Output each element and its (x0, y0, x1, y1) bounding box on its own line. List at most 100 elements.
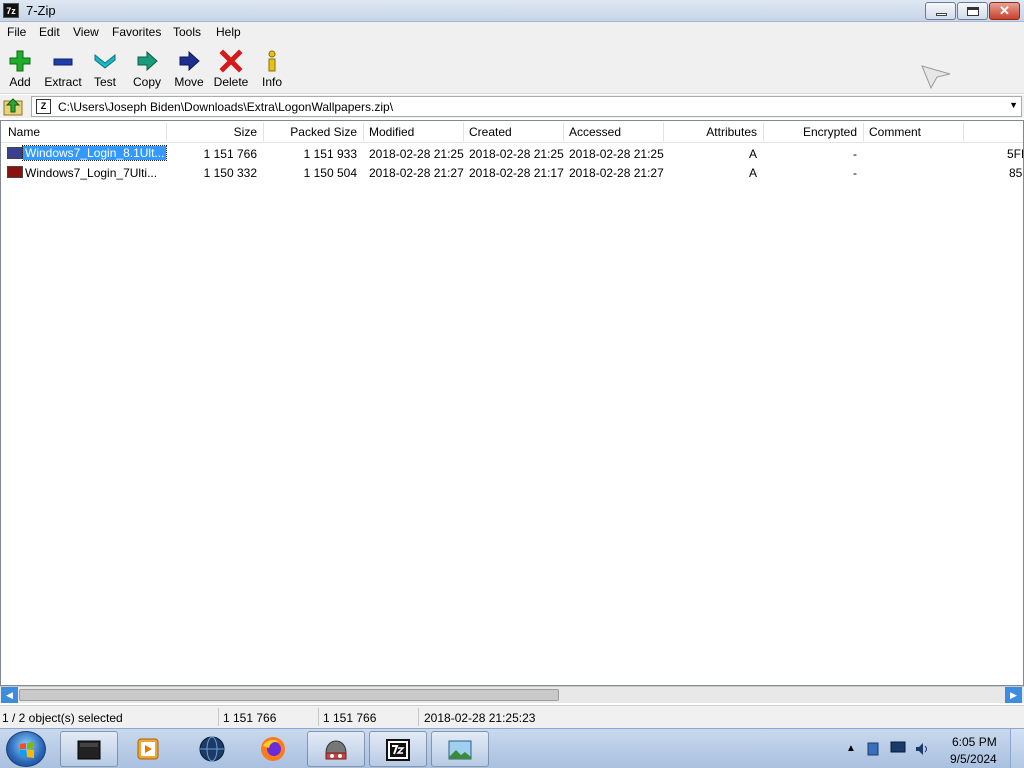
path-input[interactable]: Z C:\Users\Joseph Biden\Downloads\Extra\… (31, 96, 1022, 117)
scroll-left-button[interactable]: ◀ (1, 687, 18, 703)
minimize-icon (936, 13, 947, 16)
col-packed-size[interactable]: Packed Size (267, 125, 357, 139)
taskbar-7zip[interactable] (369, 731, 427, 767)
table-row[interactable]: Windows7_Login_8.1Ult... 1 151 766 1 151… (1, 144, 1023, 163)
column-divider[interactable] (663, 123, 664, 141)
delete-button[interactable]: Delete (209, 46, 253, 92)
close-icon: ✕ (999, 3, 1010, 18)
speaker-tray-icon[interactable] (914, 741, 930, 757)
test-button[interactable]: Test (83, 46, 127, 92)
tray-expand-icon[interactable]: ▲ (846, 743, 856, 754)
start-button[interactable] (6, 731, 46, 767)
file-modified: 2018-02-28 21:25 (369, 147, 464, 161)
table-row[interactable]: Windows7_Login_7Ulti... 1 150 332 1 150 … (1, 163, 1023, 182)
scroll-thumb[interactable] (19, 689, 559, 701)
file-packed-size: 1 150 504 (303, 166, 357, 180)
status-divider (318, 708, 319, 726)
column-divider[interactable] (263, 123, 264, 141)
address-bar: Z C:\Users\Joseph Biden\Downloads\Extra\… (0, 95, 1024, 118)
7zip-app-icon[interactable]: 7z (3, 3, 19, 18)
taskbar-globe[interactable] (184, 731, 242, 767)
menu-bar: File Edit View Favorites Tools Help (0, 22, 1024, 42)
col-comment[interactable]: Comment (869, 125, 921, 139)
column-divider[interactable] (763, 123, 764, 141)
add-icon (9, 50, 31, 72)
col-modified[interactable]: Modified (369, 125, 414, 139)
copy-button[interactable]: Copy (125, 46, 169, 92)
monitor-tray-icon[interactable] (890, 741, 906, 755)
column-divider[interactable] (563, 123, 564, 141)
menu-tools[interactable]: Tools (173, 25, 201, 39)
file-size: 1 150 332 (203, 166, 257, 180)
file-name[interactable]: Windows7_Login_7Ulti... (25, 166, 157, 180)
delete-label: Delete (213, 75, 249, 89)
network-tray-icon[interactable] (866, 741, 880, 757)
column-divider[interactable] (863, 123, 864, 141)
scroll-right-button[interactable]: ▶ (1005, 687, 1022, 703)
windows-logo-icon (20, 742, 34, 758)
file-crc-clipped: 5FF (1007, 147, 1023, 161)
file-attributes: A (748, 147, 757, 161)
taskbar: ▲ 6:05 PM 9/5/2024 (0, 728, 1024, 768)
col-name[interactable]: Name (8, 125, 40, 139)
file-name[interactable]: Windows7_Login_8.1Ult... (21, 145, 168, 161)
taskbar-app-helmet[interactable] (307, 731, 365, 767)
file-accessed: 2018-02-28 21:27 (569, 166, 664, 180)
copy-icon (137, 50, 158, 72)
column-divider[interactable] (963, 123, 964, 141)
file-modified: 2018-02-28 21:27 (369, 166, 464, 180)
column-divider[interactable] (463, 123, 464, 141)
close-button[interactable]: ✕ (989, 2, 1020, 20)
file-list[interactable]: Name Size Packed Size Modified Created A… (0, 120, 1024, 686)
7zip-taskbar-icon (386, 739, 410, 761)
file-created: 2018-02-28 21:17 (469, 166, 564, 180)
column-divider[interactable] (363, 123, 364, 141)
extract-button[interactable]: Extract (41, 46, 85, 92)
delete-icon (219, 49, 243, 73)
file-encrypted: - (853, 147, 857, 161)
up-folder-icon[interactable] (3, 97, 23, 116)
col-size[interactable]: Size (171, 125, 257, 139)
taskbar-image-viewer[interactable] (431, 731, 489, 767)
file-size: 1 151 766 (203, 147, 257, 161)
menu-edit[interactable]: Edit (39, 25, 60, 39)
file-accessed: 2018-02-28 21:25 (569, 147, 664, 161)
helmet-app-icon (325, 740, 347, 760)
horizontal-scrollbar[interactable]: ◀ ▶ (0, 686, 1024, 703)
col-attributes[interactable]: Attributes (669, 125, 757, 139)
file-attributes: A (748, 166, 757, 180)
test-label: Test (93, 75, 116, 89)
clock-time[interactable]: 6:05 PM (952, 735, 997, 749)
window-title: 7-Zip (26, 3, 56, 18)
col-accessed[interactable]: Accessed (569, 125, 621, 139)
add-button[interactable]: Add (0, 46, 42, 92)
column-divider[interactable] (166, 123, 167, 141)
test-icon (94, 53, 116, 69)
column-header: Name Size Packed Size Modified Created A… (1, 121, 1023, 143)
image-file-icon (7, 166, 23, 178)
col-created[interactable]: Created (469, 125, 512, 139)
menu-favorites[interactable]: Favorites (112, 25, 161, 39)
menu-help[interactable]: Help (216, 25, 241, 39)
show-desktop-button[interactable] (1010, 729, 1024, 768)
minimize-button[interactable] (925, 2, 956, 20)
clock-date[interactable]: 9/5/2024 (950, 752, 997, 766)
status-size: 1 151 766 (223, 711, 277, 725)
move-icon (179, 50, 200, 72)
maximize-button[interactable] (957, 2, 988, 20)
taskbar-firefox[interactable] (245, 731, 303, 767)
menu-file[interactable]: File (7, 25, 26, 39)
status-divider (218, 708, 219, 726)
move-button[interactable]: Move (167, 46, 211, 92)
cursor-arrow-icon (921, 65, 951, 90)
title-bar: 7z 7-Zip ✕ (0, 0, 1024, 22)
media-player-icon (137, 738, 159, 760)
info-button[interactable]: Info (250, 46, 294, 92)
menu-view[interactable]: View (73, 25, 99, 39)
extract-icon (53, 58, 73, 66)
taskbar-media-player[interactable] (120, 731, 178, 767)
taskbar-explorer[interactable] (60, 731, 118, 767)
file-packed-size: 1 151 933 (303, 147, 357, 161)
col-encrypted[interactable]: Encrypted (767, 125, 857, 139)
path-dropdown-icon[interactable]: ▼ (1009, 100, 1018, 110)
